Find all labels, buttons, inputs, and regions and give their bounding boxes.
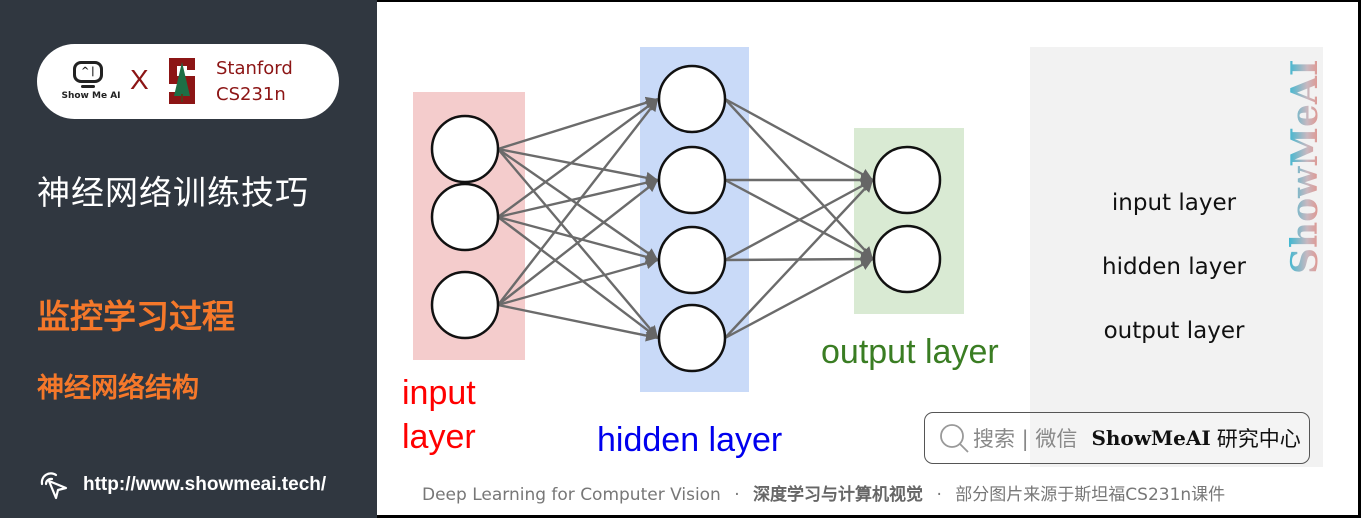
search-hint: 搜索 | 微信	[973, 427, 1078, 451]
footer-separator: ·	[734, 485, 740, 505]
cross-symbol: X	[130, 64, 149, 95]
legend-item: output layer	[1103, 318, 1245, 344]
search-brand: ShowMeAI	[1091, 426, 1211, 450]
search-brand-suffix: 研究中心	[1216, 427, 1301, 451]
footer-source-note: 部分图片来源于斯坦福CS231n课件	[955, 485, 1226, 505]
robot-screen-icon: ^ |	[73, 61, 103, 83]
output-layer-label: output layer	[821, 333, 999, 371]
watermark-text: ShowMeAI	[1284, 59, 1323, 274]
section-title: 监控学习过程	[37, 297, 235, 336]
output-layer-neuron	[872, 145, 942, 215]
input-layer-neuron	[430, 270, 500, 340]
website-link[interactable]: http://www.showmeai.tech/	[36, 468, 326, 502]
hidden-layer-neuron	[657, 64, 727, 134]
hidden-layer-neuron	[657, 225, 727, 295]
footer-course-name: Deep Learning for Computer Vision	[422, 485, 721, 505]
input-layer-label: input layer	[402, 371, 476, 459]
partner-line-1: Stanford	[216, 58, 293, 79]
showmeai-logo: ^ | Show Me AI	[61, 61, 121, 109]
footer-separator: ·	[936, 485, 942, 505]
sidebar: ^ | Show Me AI X Stanford CS231n 神经网络训练技巧…	[0, 0, 377, 518]
hidden-layer-neuron	[657, 303, 727, 373]
search-box[interactable]: 搜索 | 微信 ShowMeAI 研究中心	[924, 412, 1310, 464]
footer-caption: Deep Learning for Computer Vision · 深度学习…	[422, 480, 1225, 505]
partner-line-2: CS231n	[216, 84, 286, 105]
search-icon	[940, 424, 969, 453]
input-layer-label-line-2: layer	[402, 418, 476, 456]
partner-name: Stanford CS231n	[216, 56, 293, 108]
stanford-logo-icon	[169, 58, 195, 104]
neural-network-diagram	[413, 47, 964, 392]
page-title: 神经网络训练技巧	[37, 173, 309, 212]
legend-item: hidden layer	[1102, 254, 1246, 280]
hidden-layer-label: hidden layer	[597, 421, 783, 459]
input-layer-label-line-1: input	[402, 374, 476, 412]
input-layer-neuron	[430, 182, 500, 252]
subsection-title: 神经网络结构	[37, 373, 199, 404]
showmeai-watermark: ShowMeAI	[1284, 59, 1323, 274]
website-url[interactable]: http://www.showmeai.tech/	[83, 474, 326, 496]
footer-course-cn: 深度学习与计算机视觉	[753, 485, 924, 505]
legend-item: input layer	[1111, 190, 1237, 216]
cursor-click-icon	[40, 472, 68, 500]
legend-panel: input layer hidden layer output layer	[1030, 47, 1323, 467]
showmeai-logo-text: Show Me AI	[61, 91, 121, 101]
input-layer-neuron	[430, 114, 500, 184]
output-layer-neuron	[872, 224, 942, 294]
slide-content: input layer hidden layer output layer in…	[377, 0, 1361, 518]
brand-logo-badge: ^ | Show Me AI X Stanford CS231n	[37, 44, 339, 119]
hidden-layer-neuron	[657, 145, 727, 215]
